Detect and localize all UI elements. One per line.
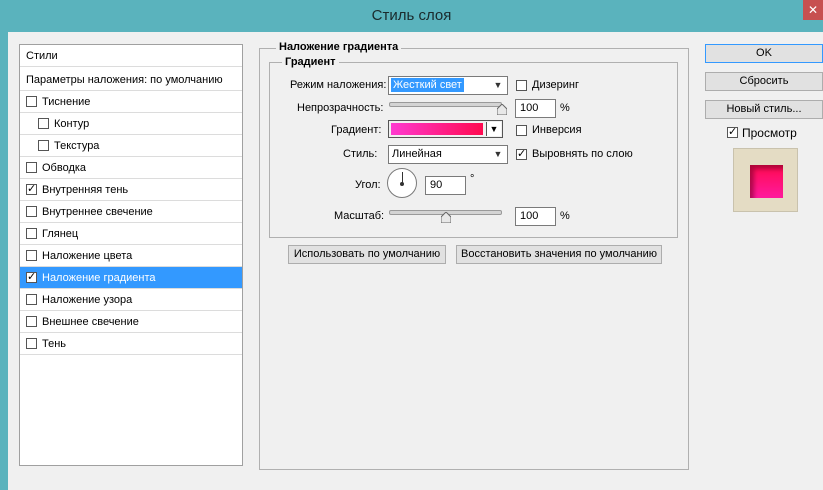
reverse-checkbox[interactable]	[516, 125, 527, 136]
style-item[interactable]: Наложение цвета	[20, 245, 242, 267]
style-item[interactable]: Текстура	[20, 135, 242, 157]
scale-unit: %	[560, 210, 570, 222]
dither-label: Дизеринг	[532, 79, 579, 91]
blending-options-label: Параметры наложения: по умолчанию	[26, 73, 223, 86]
style-item-checkbox[interactable]	[26, 228, 37, 239]
chevron-down-icon[interactable]: ▼	[486, 122, 501, 136]
blend-mode-value: Жесткий свет	[391, 78, 464, 92]
make-default-button[interactable]: Использовать по умолчанию	[288, 245, 446, 264]
style-item-checkbox[interactable]	[26, 182, 37, 195]
preview-square	[750, 165, 783, 198]
opacity-unit: %	[560, 102, 570, 114]
style-item-checkbox[interactable]	[26, 316, 37, 327]
style-item[interactable]: Внутреннее свечение	[20, 201, 242, 223]
style-item-checkbox[interactable]	[26, 162, 37, 173]
preview-checkbox[interactable]	[727, 125, 738, 138]
style-item-checkbox[interactable]	[26, 250, 37, 261]
style-select[interactable]: Линейная ▼	[388, 145, 508, 164]
style-label: Стиль:	[343, 148, 378, 160]
style-item[interactable]: Глянец	[20, 223, 242, 245]
scale-slider-thumb[interactable]	[440, 212, 451, 223]
style-item-label: Наложение узора	[42, 293, 133, 306]
style-item-checkbox[interactable]	[38, 118, 49, 129]
gradient-label: Градиент:	[331, 124, 382, 136]
align-with-layer-label: Выровнять по слою	[532, 148, 633, 160]
style-item[interactable]: Наложение узора	[20, 289, 242, 311]
style-item[interactable]: Обводка	[20, 157, 242, 179]
style-item-checkbox[interactable]	[38, 140, 49, 151]
style-item[interactable]: Тень	[20, 333, 242, 355]
blend-mode-label: Режим наложения:	[290, 79, 387, 91]
chevron-down-icon: ▼	[493, 80, 503, 90]
gradient-overlay-group: Наложение градиента Градиент Режим налож…	[259, 41, 689, 470]
style-item-checkbox[interactable]	[26, 206, 37, 217]
chevron-down-icon: ▼	[493, 149, 503, 159]
style-item-checkbox[interactable]	[26, 270, 37, 283]
scale-label: Масштаб:	[334, 210, 385, 222]
ok-button[interactable]: OK	[705, 44, 823, 63]
align-with-layer-checkbox[interactable]	[516, 147, 527, 160]
angle-label: Угол:	[355, 179, 381, 191]
dither-checkbox[interactable]	[516, 80, 527, 91]
style-item-label: Контур	[54, 117, 90, 130]
angle-center	[400, 182, 404, 186]
style-item-label: Глянец	[42, 227, 79, 240]
gradient-preview-bar[interactable]	[391, 123, 483, 135]
style-item[interactable]: Внешнее свечение	[20, 311, 242, 333]
gradient-picker[interactable]: ▼	[388, 120, 503, 138]
style-item-label: Внутренняя тень	[42, 183, 129, 196]
opacity-slider-track[interactable]	[389, 102, 502, 107]
style-item-label: Тиснение	[42, 95, 91, 108]
window-title: Стиль слоя	[371, 7, 452, 24]
gradient-overlay-title: Наложение градиента	[276, 41, 402, 53]
angle-unit: °	[470, 173, 475, 185]
style-item[interactable]: Контур	[20, 113, 242, 135]
style-item-label: Текстура	[54, 139, 100, 152]
style-preview	[733, 148, 798, 212]
close-icon: ✕	[807, 3, 819, 17]
style-item-label: Обводка	[42, 161, 87, 174]
style-item-label: Наложение градиента	[42, 271, 156, 284]
style-item[interactable]: Наложение градиента	[20, 267, 242, 289]
style-value: Линейная	[392, 148, 442, 160]
style-item-label: Тень	[42, 337, 67, 350]
style-item-label: Внутреннее свечение	[42, 205, 153, 218]
reset-button[interactable]: Сбросить	[705, 72, 823, 91]
style-item-checkbox[interactable]	[26, 96, 37, 107]
gradient-subgroup-title: Градиент	[282, 56, 339, 68]
reverse-label: Инверсия	[532, 124, 582, 136]
opacity-label: Непрозрачность:	[297, 102, 384, 114]
title-bar[interactable]: Стиль слоя ✕	[0, 0, 823, 32]
opacity-slider-thumb[interactable]	[497, 104, 507, 115]
styles-header[interactable]: Стили	[20, 45, 242, 67]
style-item-label: Внешнее свечение	[42, 315, 139, 328]
reset-to-default-button[interactable]: Восстановить значения по умолчанию	[456, 245, 662, 264]
gradient-subgroup: Градиент Режим наложения: Жесткий свет ▼…	[269, 56, 678, 238]
angle-dial[interactable]	[387, 168, 417, 198]
dialog-body: Стили Параметры наложения: по умолчанию …	[8, 32, 823, 490]
preview-label: Просмотр	[742, 126, 797, 140]
style-item-checkbox[interactable]	[26, 338, 37, 349]
styles-list: Стили Параметры наложения: по умолчанию …	[19, 44, 243, 466]
angle-input[interactable]: 90	[425, 176, 466, 195]
style-item-checkbox[interactable]	[26, 294, 37, 305]
style-item[interactable]: Внутренняя тень	[20, 179, 242, 201]
close-button[interactable]: ✕	[803, 0, 823, 20]
blend-mode-select[interactable]: Жесткий свет ▼	[388, 76, 508, 95]
opacity-input[interactable]: 100	[515, 99, 556, 118]
new-style-button[interactable]: Новый стиль...	[705, 100, 823, 119]
blending-options-item[interactable]: Параметры наложения: по умолчанию	[20, 69, 242, 91]
scale-input[interactable]: 100	[515, 207, 556, 226]
styles-header-label: Стили	[26, 49, 58, 62]
style-item[interactable]: Тиснение	[20, 91, 242, 113]
style-item-label: Наложение цвета	[42, 249, 133, 262]
